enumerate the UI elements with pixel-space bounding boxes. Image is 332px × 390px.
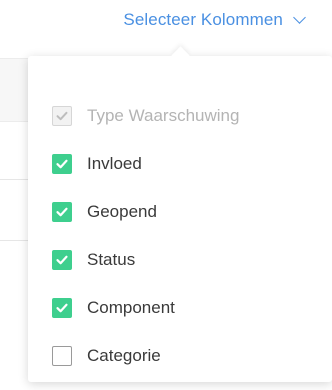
column-option-label: Status (87, 250, 136, 269)
checkbox-disabled (52, 106, 72, 126)
checkbox-checked[interactable] (52, 202, 72, 222)
column-option-type-waarschuwing: Type Waarschuwing (52, 92, 332, 140)
checkbox-checked[interactable] (52, 250, 72, 270)
column-option-invloed[interactable]: Invloed (52, 140, 332, 188)
table-header-strip (0, 58, 28, 122)
checkbox-unchecked[interactable] (52, 346, 72, 366)
checkmark-icon (56, 111, 68, 121)
column-option-label: Component (87, 298, 175, 317)
checkmark-icon (56, 255, 68, 265)
column-option-categorie[interactable]: Categorie (52, 332, 332, 380)
select-columns-toggle[interactable]: Selecteer Kolommen (0, 10, 332, 30)
column-option-geopend[interactable]: Geopend (52, 188, 332, 236)
column-option-component[interactable]: Component (52, 284, 332, 332)
table-row-divider (0, 179, 28, 180)
checkbox-checked[interactable] (52, 154, 72, 174)
checkmark-icon (56, 159, 68, 169)
chevron-down-icon (293, 11, 306, 24)
column-option-label: Categorie (87, 346, 161, 365)
checkmark-icon (56, 207, 68, 217)
column-option-label: Geopend (87, 202, 157, 221)
checkmark-icon (56, 303, 68, 313)
column-dropdown-panel: Type Waarschuwing Invloed Geopend Status… (28, 46, 332, 382)
column-option-status[interactable]: Status (52, 236, 332, 284)
column-options-list: Type Waarschuwing Invloed Geopend Status… (52, 92, 332, 380)
table-row-divider (0, 240, 28, 241)
column-option-label: Type Waarschuwing (87, 106, 240, 125)
column-selector-view: Selecteer Kolommen Type Waarschuwing Inv… (0, 0, 332, 390)
column-option-label: Invloed (87, 154, 142, 173)
select-columns-label: Selecteer Kolommen (123, 10, 283, 29)
checkbox-checked[interactable] (52, 298, 72, 318)
